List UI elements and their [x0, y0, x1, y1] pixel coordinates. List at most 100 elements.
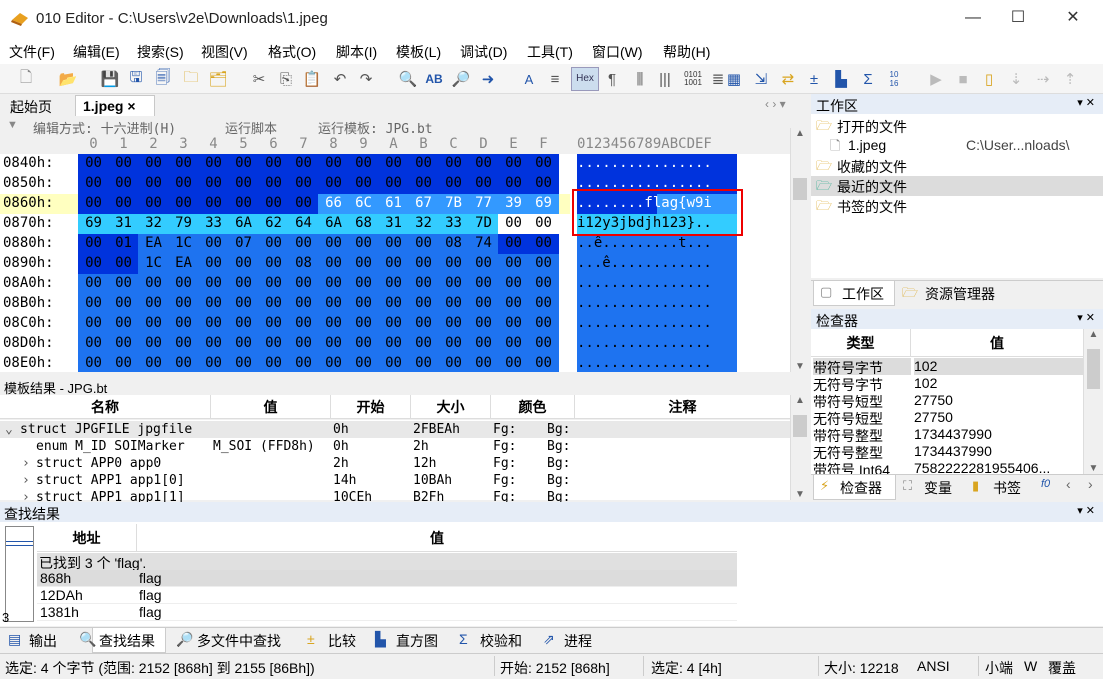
find-in-files-icon[interactable]: 🔎: [451, 69, 471, 89]
hex-byte[interactable]: 00: [318, 234, 349, 254]
close-icon[interactable]: ✕: [1050, 0, 1096, 38]
hex-byte[interactable]: 00: [468, 294, 499, 314]
hex-byte[interactable]: 00: [498, 314, 529, 334]
hex-byte[interactable]: 00: [228, 314, 259, 334]
hex-byte[interactable]: 79: [168, 214, 199, 234]
hex-byte[interactable]: 00: [318, 274, 349, 294]
binary-icon[interactable]: 0101 1001: [683, 69, 703, 89]
hex-byte[interactable]: 00: [258, 314, 289, 334]
menu-view[interactable]: 视图(V): [201, 42, 248, 62]
hex-byte[interactable]: 08: [438, 234, 469, 254]
undo-icon[interactable]: ↶: [330, 69, 350, 89]
template-scrollbar[interactable]: ▲ ▼: [790, 395, 809, 500]
hex-byte[interactable]: 00: [108, 314, 139, 334]
hex-byte[interactable]: 6A: [228, 214, 259, 234]
hex-byte[interactable]: 00: [318, 334, 349, 354]
close-file-icon[interactable]: 🗀: [181, 69, 201, 89]
tab-workspace[interactable]: 工作区: [842, 284, 884, 304]
template-row[interactable]: enum M_ID SOIMarker M_SOI (FFD8h) 0h 2h Fg: B…: [0, 438, 790, 455]
hex-byte[interactable]: 00: [78, 254, 109, 274]
checksum-icon[interactable]: Σ: [858, 69, 878, 89]
hex-byte[interactable]: 00: [408, 254, 439, 274]
hex-byte[interactable]: 00: [468, 254, 499, 274]
hex-byte[interactable]: 00: [258, 194, 289, 214]
hex-byte[interactable]: EA: [168, 254, 199, 274]
hex-byte[interactable]: 00: [258, 354, 289, 372]
hex-byte[interactable]: 00: [378, 314, 409, 334]
hex-byte[interactable]: 00: [498, 274, 529, 294]
hex-byte[interactable]: 00: [528, 334, 559, 354]
tab-scroll-left-icon[interactable]: ‹: [1066, 476, 1071, 492]
hex-byte[interactable]: 00: [258, 274, 289, 294]
hex-byte[interactable]: 00: [378, 154, 409, 174]
find-minimap[interactable]: [5, 526, 34, 622]
hex-byte[interactable]: 00: [108, 254, 139, 274]
hex-ascii[interactable]: ................: [577, 354, 737, 372]
hex-byte[interactable]: 00: [528, 214, 559, 234]
hex-byte[interactable]: 00: [498, 294, 529, 314]
hex-byte[interactable]: 00: [318, 254, 349, 274]
inspector-value[interactable]: 27750: [914, 409, 1083, 426]
hex-byte[interactable]: 32: [138, 214, 169, 234]
hex-byte[interactable]: 00: [108, 174, 139, 194]
hex-byte[interactable]: 00: [78, 154, 109, 174]
hex-byte[interactable]: 69: [78, 214, 109, 234]
hex-byte[interactable]: 00: [498, 234, 529, 254]
hex-byte[interactable]: 6A: [318, 214, 349, 234]
hex-ascii[interactable]: ..ê.........t...: [577, 234, 737, 254]
hex-byte[interactable]: 00: [378, 254, 409, 274]
hex-byte[interactable]: 00: [228, 334, 259, 354]
tab-explorer[interactable]: 资源管理器: [925, 284, 995, 304]
hex-byte[interactable]: 00: [78, 354, 109, 372]
copy-icon[interactable]: ⎘: [276, 69, 296, 89]
hex-byte[interactable]: 00: [168, 174, 199, 194]
hex-byte[interactable]: 00: [78, 334, 109, 354]
hex-byte[interactable]: 00: [168, 294, 199, 314]
hex-byte[interactable]: 7B: [438, 194, 469, 214]
template-row[interactable]: › struct APP0 app0 2h 12h Fg: Bg:: [0, 455, 790, 472]
save-icon[interactable]: 💾: [100, 69, 120, 89]
hex-byte[interactable]: 62: [258, 214, 289, 234]
hex-byte[interactable]: 00: [228, 354, 259, 372]
open-files-item[interactable]: 打开的文件: [837, 117, 907, 137]
find-result-row[interactable]: 1381h flag: [37, 604, 737, 621]
hex-byte[interactable]: 00: [408, 174, 439, 194]
hex-byte[interactable]: 00: [438, 294, 469, 314]
find-value-header[interactable]: 值: [137, 524, 737, 552]
tab-histogram[interactable]: 直方图: [396, 631, 438, 651]
ruler-icon[interactable]: |||: [655, 69, 675, 89]
hex-byte[interactable]: 08: [288, 254, 319, 274]
bookmarked-files-item[interactable]: 书签的文件: [837, 197, 907, 217]
hex-byte[interactable]: 00: [78, 314, 109, 334]
hex-byte[interactable]: 00: [378, 354, 409, 372]
hex-byte[interactable]: 00: [468, 274, 499, 294]
template-comment-header[interactable]: 注释: [575, 395, 790, 419]
hex-ascii[interactable]: ...ê............: [577, 254, 737, 274]
hex-byte[interactable]: 00: [318, 314, 349, 334]
hex-byte[interactable]: 00: [198, 314, 229, 334]
hex-byte[interactable]: 00: [498, 174, 529, 194]
menu-script[interactable]: 脚本(I): [336, 42, 377, 62]
hex-byte[interactable]: 00: [108, 194, 139, 214]
hex-byte[interactable]: 68: [348, 214, 379, 234]
hex-ascii[interactable]: ................: [577, 274, 737, 294]
hex-byte[interactable]: 00: [528, 274, 559, 294]
hex-byte[interactable]: 00: [78, 174, 109, 194]
hex-byte[interactable]: 00: [258, 234, 289, 254]
hex-byte[interactable]: 00: [408, 294, 439, 314]
hex-byte[interactable]: 69: [528, 194, 559, 214]
expand-icon[interactable]: ›: [22, 473, 30, 488]
hex-byte[interactable]: 00: [168, 274, 199, 294]
tab-1jpeg[interactable]: 1.jpeg ×: [75, 95, 155, 117]
hex-byte[interactable]: 00: [408, 334, 439, 354]
hex-byte[interactable]: 00: [468, 354, 499, 372]
step-out-icon[interactable]: ⇡: [1060, 69, 1080, 89]
hex-byte[interactable]: 7D: [468, 214, 499, 234]
hex-byte[interactable]: 00: [108, 294, 139, 314]
cut-icon[interactable]: ✂: [249, 69, 269, 89]
hex-byte[interactable]: 00: [288, 354, 319, 372]
hex-byte[interactable]: 00: [228, 254, 259, 274]
hex-byte[interactable]: 77: [468, 194, 499, 214]
hex-byte[interactable]: 00: [138, 294, 169, 314]
hex-byte[interactable]: 1C: [138, 254, 169, 274]
